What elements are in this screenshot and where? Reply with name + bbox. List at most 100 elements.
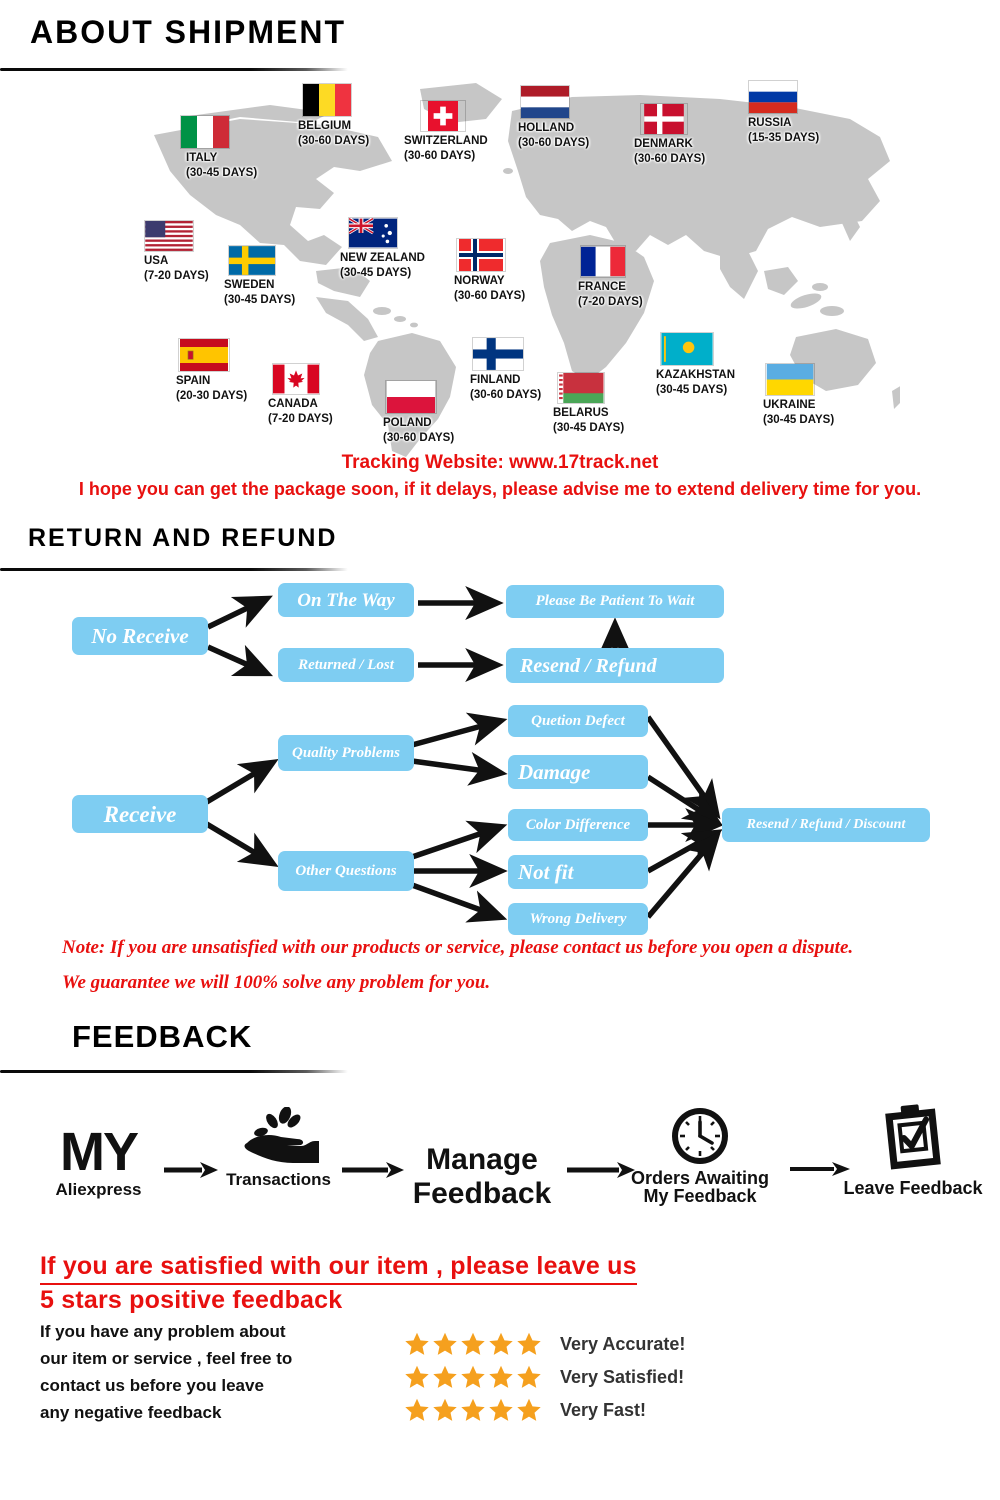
feedback-step-label-orders-line1: Orders Awaiting [630,1168,770,1188]
country-days-switzerland: (30-60 DAYS) [404,149,476,162]
flow-node-wrong-delivery[interactable]: Wrong Delivery [508,903,648,935]
feedback-steps-flow: MY Aliexpress Transactions Manage Feedba… [0,1095,1000,1240]
flag-item-poland: POLAND (30-60 DAYS) [383,380,454,445]
country-days-russia: (15-35 DAYS) [748,131,820,144]
flag-item-kazakhstan: KAZAKHSTAN (30-45 DAYS) [656,332,735,397]
star-icon [517,1332,541,1355]
problem-line-2: our item or service , feel free to [40,1349,293,1368]
country-days-spain: (20-30 DAYS) [176,389,248,402]
usa-flag-icon [144,220,194,252]
country-days-ukraine: (30-45 DAYS) [763,413,835,426]
satisfied-red-line-2: 5 stars positive feedback [40,1286,343,1314]
country-days-finland: (30-60 DAYS) [470,388,542,401]
section-title-return: RETURN AND REFUND [28,524,338,552]
flag-item-canada: CANADA (7-20 DAYS) [268,363,333,426]
flow-node-no-receive[interactable]: No Receive [72,617,208,655]
flag-item-ukraine: UKRAINE (30-45 DAYS) [763,363,835,427]
flow-node-resend-refund-discount[interactable]: Resend / Refund / Discount [722,808,930,842]
problem-line-3: contact us before you leave [40,1376,264,1395]
country-name-belgium: BELGIUM [298,120,352,132]
flag-item-denmark: DENMARK (30-60 DAYS) [634,103,705,166]
star-icon [489,1332,513,1355]
flow-node-quality-problems[interactable]: Quality Problems [278,735,414,771]
problem-line-4: any negative feedback [40,1403,222,1422]
flow-node-receive[interactable]: Receive [72,795,208,833]
star-icon [405,1398,429,1421]
clipboard-check-icon [885,1104,941,1170]
delivery-hope-line: I hope you can get the package soon, if … [78,479,922,499]
flag-item-switzerland: SWITZERLAND (30-60 DAYS) [404,100,488,163]
flow-node-quetion-defect[interactable]: Quetion Defect [508,705,648,737]
flow-node-color-difference[interactable]: Color Difference [508,809,648,841]
star-icon [517,1365,541,1388]
section-header-feedback: FEEDBACK [72,1019,252,1055]
holland-flag-icon [520,85,570,119]
italy-flag-icon [180,115,230,149]
star-icon [489,1398,513,1421]
country-name-kazakhstan: KAZAKHSTAN [656,369,736,381]
star-rating-satisfied [404,1364,542,1390]
country-name-new-zealand: NEW ZEALAND [340,252,425,264]
country-name-canada: CANADA [268,398,318,410]
country-name-russia: RUSSIA [748,117,792,129]
spain-flag-icon [178,338,230,372]
country-days-canada: (7-20 DAYS) [268,412,333,425]
flag-item-finland: FINLAND (30-60 DAYS) [470,337,542,402]
star-rating-fast [404,1397,542,1423]
ukraine-flag-icon [765,363,815,396]
star-icon [433,1365,457,1388]
rating-row-fast: Very Fast! [404,1397,646,1423]
kazakhstan-flag-icon [660,332,714,366]
country-days-france: (7-20 DAYS) [578,295,643,308]
poland-flag-icon [385,380,437,414]
country-days-denmark: (30-60 DAYS) [634,152,706,165]
country-name-italy: ITALY [186,152,218,164]
norway-flag-icon [456,238,506,272]
belarus-flag-icon [557,372,605,404]
feedback-step-label-transactions: Transactions [226,1170,331,1189]
section-header-shipment: ABOUT SHIPMENT [30,14,346,51]
feedback-step-manage-feedback: Manage Feedback [402,1143,562,1211]
feedback-step-label-orders-line2: My Feedback [643,1186,757,1207]
star-icon [405,1332,429,1355]
star-icon [405,1365,429,1388]
section-header-return: RETURN AND REFUND [28,524,337,553]
rating-label-fast: Very Fast! [560,1399,647,1420]
flow-node-other-questions[interactable]: Other Questions [278,851,414,891]
country-name-denmark: DENMARK [634,138,693,150]
country-name-norway: NORWAY [454,275,505,287]
country-name-poland: POLAND [383,417,432,429]
arrow-right-icon-1 [164,1162,218,1178]
country-days-sweden: (30-45 DAYS) [224,293,296,306]
flow-node-please-be-patient[interactable]: Please Be Patient To Wait [506,585,724,618]
section-divider-shipment [0,68,348,71]
country-days-italy: (30-45 DAYS) [186,166,258,179]
flow-node-not-fit[interactable]: Not fit [508,855,648,889]
problem-line-1: If you have any problem about [40,1322,286,1341]
flag-item-belarus: BELARUS (30-45 DAYS) [553,372,624,435]
feedback-step-label-aliexpress: Aliexpress [55,1180,142,1199]
finland-flag-icon [472,337,524,371]
flow-node-resend-refund[interactable]: Resend / Refund [506,648,724,683]
feedback-step-orders-awaiting: Orders Awaiting My Feedback [620,1105,780,1206]
france-flag-icon [580,245,626,278]
flow-node-damage[interactable]: Damage [508,755,648,789]
return-refund-flowchart: No Receive On The Way Returned / Lost Pl… [0,565,1000,945]
flow-node-returned-lost[interactable]: Returned / Lost [278,648,414,682]
country-days-belarus: (30-45 DAYS) [553,421,625,434]
tracking-website-line: Tracking Website: www.17track.net [341,452,659,473]
flow-node-on-the-way[interactable]: On The Way [278,583,414,617]
country-name-finland: FINLAND [470,374,521,386]
star-icon [461,1332,485,1355]
star-icon [461,1398,485,1421]
feedback-step-label-leave-feedback: Leave Feedback [843,1178,983,1198]
section-title-feedback: FEEDBACK [72,1019,253,1054]
flag-item-russia: RUSSIA (15-35 DAYS) [748,80,819,145]
star-icon [489,1365,513,1388]
canada-flag-icon [272,363,320,395]
feedback-step-label-feedback: Feedback [412,1177,552,1210]
product-description-page: ABOUT SHIPMENT ITALY (30-45 DAYS) BELGIU… [0,0,1000,1500]
sweden-flag-icon [228,245,276,276]
flag-item-usa: USA (7-20 DAYS) [144,220,209,283]
country-name-france: FRANCE [578,281,626,293]
